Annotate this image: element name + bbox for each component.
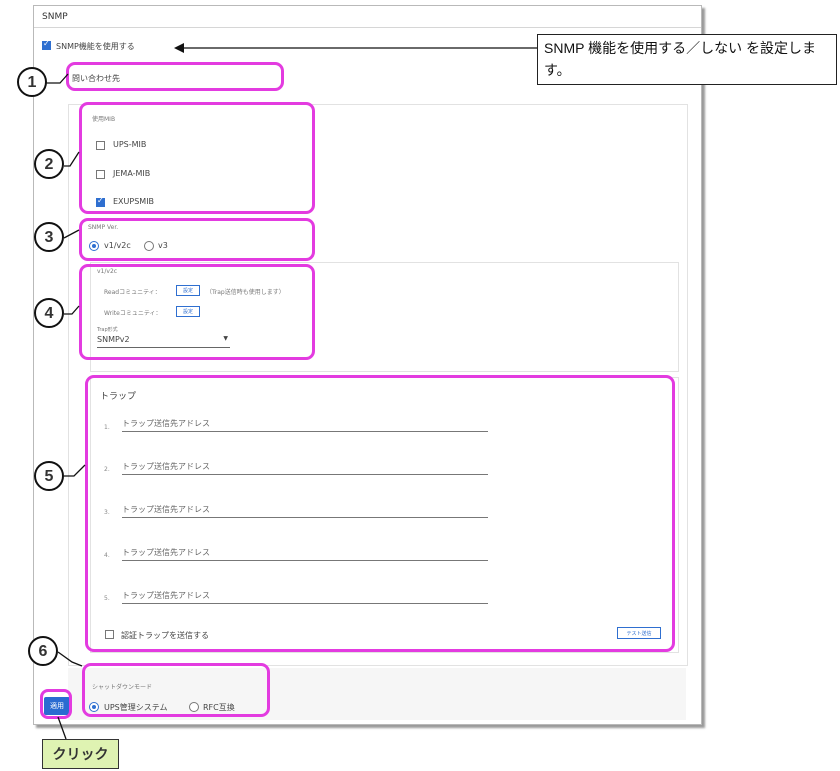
- annotation-number-1: 1: [17, 67, 47, 97]
- annotation-number-2: 2: [34, 149, 64, 179]
- connector-1: [46, 73, 69, 84]
- connector-5: [64, 464, 86, 477]
- annotation-number-5: 5: [34, 461, 64, 491]
- annotation-number-6: 6: [28, 636, 58, 666]
- click-label: クリック: [42, 739, 119, 769]
- annotation-number-4: 4: [34, 298, 64, 328]
- callout-arrow-head: [174, 43, 184, 53]
- connector-4: [64, 305, 80, 315]
- connector-2: [64, 151, 80, 167]
- annotation-number-3: 3: [34, 222, 64, 252]
- callout-box: SNMP 機能を使用する／しない を設定します。: [537, 34, 837, 85]
- click-connector: [57, 716, 67, 740]
- connector-3: [63, 229, 80, 239]
- connector-6: [57, 651, 83, 667]
- annotation-lines: [46, 43, 537, 740]
